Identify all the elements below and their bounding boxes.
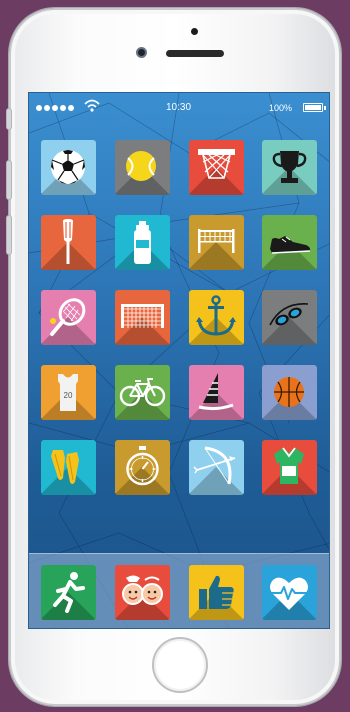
app-tennis[interactable]: [115, 140, 170, 195]
trophy-icon: [272, 151, 307, 183]
app-jersey[interactable]: 20: [41, 365, 96, 420]
app-soccer-goal[interactable]: [115, 290, 170, 345]
app-volleyball-net[interactable]: [189, 215, 244, 270]
anchor-icon: [196, 295, 236, 336]
thumbs-up-icon: [199, 575, 234, 609]
app-rowing[interactable]: [41, 215, 96, 270]
app-swimming[interactable]: [262, 290, 317, 345]
status-bar: 10:30 100%: [29, 93, 329, 117]
app-sailing[interactable]: [189, 290, 244, 345]
app-bottle[interactable]: [115, 215, 170, 270]
basketball-icon: [274, 377, 304, 407]
volume-down-button[interactable]: [6, 215, 12, 255]
windsurf-sail-icon: [198, 373, 234, 411]
home-screen: 10:30 100% 20: [28, 92, 330, 629]
sneaker-icon: [270, 236, 311, 254]
app-sneakers[interactable]: [262, 215, 317, 270]
bow-arrow-icon: [193, 446, 236, 485]
battery-percentage: 100%: [269, 103, 293, 113]
jersey-number: 20: [64, 391, 73, 400]
heart-rate-icon: [270, 577, 308, 610]
stopwatch-icon: [126, 446, 159, 486]
dock-app-running[interactable]: [41, 565, 96, 620]
app-tennis-racket[interactable]: [41, 290, 96, 345]
battery-icon: [303, 103, 326, 112]
proximity-sensor: [191, 28, 198, 35]
paddle-icon: [63, 219, 73, 264]
status-time: 10:30: [166, 102, 192, 113]
runner-icon: [53, 572, 85, 613]
jersey-icon: 20: [58, 374, 78, 411]
referee-shirt-icon: [274, 447, 304, 484]
app-basketball-hoop[interactable]: [189, 140, 244, 195]
app-stopwatch[interactable]: [115, 440, 170, 495]
wifi-icon: [84, 99, 100, 112]
app-soccer[interactable]: [41, 140, 96, 195]
app-trophy[interactable]: [262, 140, 317, 195]
app-diving[interactable]: [41, 440, 96, 495]
tennis-ball-icon: [126, 151, 156, 181]
dock-app-like[interactable]: [189, 565, 244, 620]
app-archery[interactable]: [189, 440, 244, 495]
swim-fins-icon: [51, 450, 79, 484]
app-windsurf[interactable]: [189, 365, 244, 420]
app-basketball[interactable]: [262, 365, 317, 420]
bicycle-icon: [119, 378, 166, 407]
front-camera: [136, 47, 147, 58]
dock-app-kids[interactable]: [115, 565, 170, 620]
volleyball-net-icon: [198, 229, 235, 253]
soccer-goal-icon: [121, 304, 164, 328]
soccer-ball-icon: [51, 150, 85, 184]
app-referee[interactable]: [262, 440, 317, 495]
signal-strength-icon: [36, 105, 74, 111]
volume-up-button[interactable]: [6, 160, 12, 200]
basketball-hoop-icon: [198, 149, 235, 179]
water-bottle-icon: [134, 221, 151, 264]
home-button[interactable]: [152, 637, 208, 693]
dock-app-health[interactable]: [262, 565, 317, 620]
earpiece-speaker: [166, 50, 224, 57]
app-cycling[interactable]: [115, 365, 170, 420]
mute-switch[interactable]: [6, 108, 12, 130]
swim-goggles-icon: [269, 303, 309, 326]
tennis-racket-icon: [50, 298, 86, 336]
dock: [29, 553, 329, 628]
kids-faces-icon: [122, 575, 163, 605]
